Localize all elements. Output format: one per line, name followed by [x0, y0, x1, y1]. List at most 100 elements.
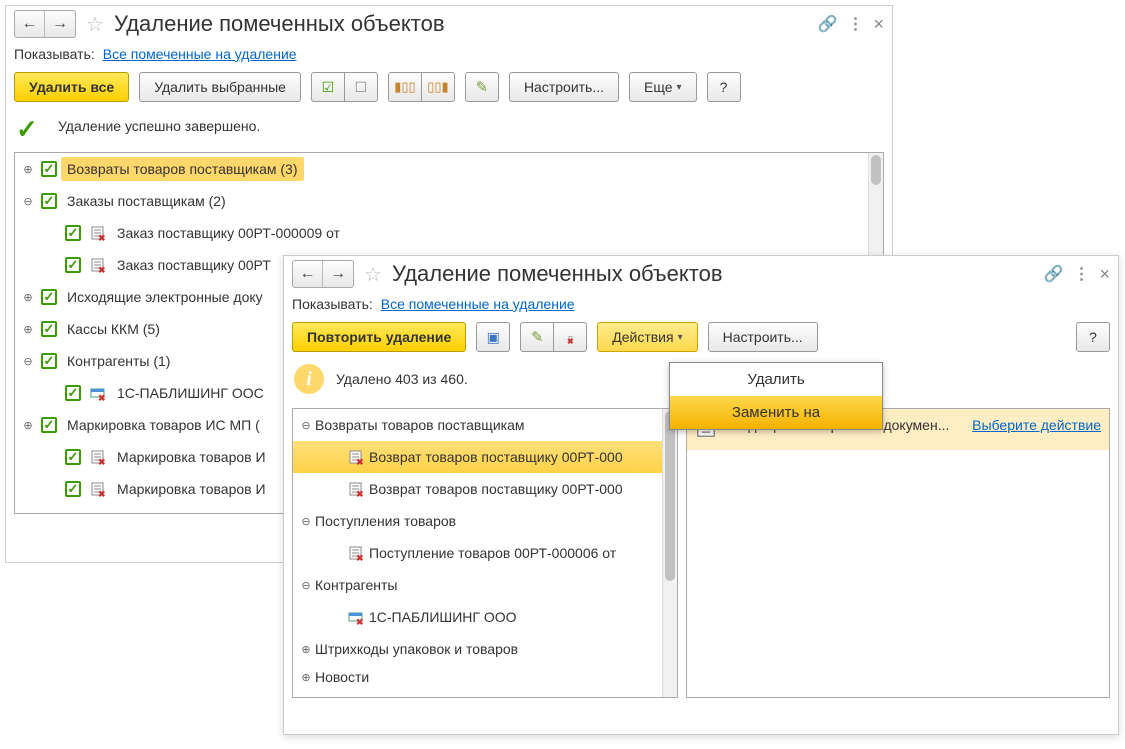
dropdown-item-replace[interactable]: Заменить на	[670, 396, 882, 429]
tree-label: Возвраты товаров поставщикам	[315, 417, 525, 433]
checkbox[interactable]: ✓	[41, 353, 57, 369]
tree-row[interactable]: ⊕Штрихкоды упаковок и товаров	[293, 633, 677, 665]
dropdown-item-delete[interactable]: Удалить	[670, 363, 882, 396]
document-marked-icon: ✖	[347, 449, 365, 465]
scrollbar-vertical[interactable]	[662, 409, 677, 697]
edit-button[interactable]: ✎	[520, 322, 554, 352]
status-row: ✓ Удаление успешно завершено.	[6, 108, 892, 152]
filter-link[interactable]: Все помеченные на удаление	[381, 296, 575, 312]
tree-row[interactable]: ⊖Контрагенты	[293, 569, 677, 601]
tree-row[interactable]: ⊕Новости	[293, 665, 677, 689]
back-button[interactable]: ←	[293, 261, 323, 287]
more-button[interactable]: Еще	[629, 72, 697, 102]
delete-all-button[interactable]: Удалить все	[14, 72, 129, 102]
tree-label: 1С-ПАБЛИШИНГ ООС	[111, 381, 270, 405]
check-all-icon: ☑	[322, 79, 335, 96]
checkbox[interactable]: ✓	[65, 449, 81, 465]
forward-button[interactable]: →	[45, 11, 75, 37]
close-icon[interactable]: ×	[873, 14, 884, 35]
hierarchy-up-icon: ▯▯▮	[427, 79, 448, 95]
collapse-icon[interactable]: ⊖	[297, 416, 315, 434]
favorite-icon[interactable]: ☆	[86, 12, 104, 37]
actions-button[interactable]: Действия	[597, 322, 697, 352]
checkbox[interactable]: ✓	[41, 289, 57, 305]
checkbox[interactable]: ✓	[41, 321, 57, 337]
tree-row[interactable]: ✖Возврат товаров поставщику 00РТ-000	[293, 441, 677, 473]
checkbox[interactable]: ✓	[65, 385, 81, 401]
choose-action-link[interactable]: Выберите действие	[972, 417, 1101, 442]
checkbox[interactable]: ✓	[41, 161, 57, 177]
tree-label: Возврат товаров поставщику 00РТ-000	[369, 481, 623, 497]
filter-row: Показывать: Все помеченные на удаление	[284, 292, 1118, 316]
tree-label: Штрихкоды упаковок и товаров	[315, 641, 518, 657]
tree-row[interactable]: ⊖✓Заказы поставщикам (2)	[15, 185, 883, 217]
arrow-left-icon: ←	[22, 15, 38, 33]
filter-link[interactable]: Все помеченные на удаление	[103, 46, 297, 62]
titlebar: ← → ☆ Удаление помеченных объектов 🔗 ×	[6, 6, 892, 42]
split-panes: ⊖Возвраты товаров поставщикам✖Возврат то…	[292, 408, 1110, 698]
info-big-icon: i	[294, 364, 324, 394]
tree-row[interactable]: ✖1С-ПАБЛИШИНГ ООО	[293, 601, 677, 633]
document-marked-icon: ✖	[89, 449, 107, 465]
checkbox[interactable]: ✓	[65, 225, 81, 241]
retry-delete-button[interactable]: Повторить удаление	[292, 322, 466, 352]
titlebar: ← → ☆ Удаление помеченных объектов 🔗 ×	[284, 256, 1118, 292]
hierarchy-button-1[interactable]: ▮▯▯	[388, 72, 422, 102]
checkbox[interactable]: ✓	[41, 193, 57, 209]
delete-mark-button[interactable]: ▫✖	[553, 322, 587, 352]
kebab-icon[interactable]	[847, 14, 863, 34]
checkbox[interactable]: ✓	[41, 417, 57, 433]
collapse-icon[interactable]: ⊖	[19, 192, 37, 210]
actions-dropdown: Удалить Заменить на	[669, 362, 883, 430]
link-icon[interactable]: 🔗	[818, 14, 838, 34]
collapse-icon[interactable]: ⊖	[297, 576, 315, 594]
checkbox[interactable]: ✓	[65, 257, 81, 273]
left-tree[interactable]: ⊖Возвраты товаров поставщикам✖Возврат то…	[293, 409, 677, 689]
link-icon[interactable]: 🔗	[1044, 264, 1064, 284]
tree-row[interactable]: ⊖Поступления товаров	[293, 505, 677, 537]
right-pane: Исходящий электронный докумен... Выберит…	[686, 408, 1110, 698]
tree-label: Поступление товаров 00РТ-000006 от	[369, 545, 616, 561]
expand-icon[interactable]: ⊕	[19, 320, 37, 338]
collapse-icon[interactable]: ⊖	[297, 512, 315, 530]
collapse-icon[interactable]: ⊖	[19, 352, 37, 370]
scroll-thumb[interactable]	[665, 411, 675, 581]
status-text: Удаление успешно завершено.	[58, 118, 260, 134]
expand-icon[interactable]: ⊕	[297, 640, 315, 658]
expand-icon[interactable]: ⊕	[19, 416, 37, 434]
close-icon[interactable]: ×	[1099, 264, 1110, 285]
expand-icon[interactable]: ⊕	[19, 160, 37, 178]
uncheck-all-icon: ☐	[355, 79, 368, 96]
favorite-icon[interactable]: ☆	[364, 262, 382, 287]
window-small-button[interactable]: ▣	[476, 322, 510, 352]
tree-label: Маркировка товаров ИС МП (	[61, 413, 266, 437]
window-deletion-front: ← → ☆ Удаление помеченных объектов 🔗 × П…	[283, 255, 1119, 735]
status-text: Удалено 403 из 460.	[336, 371, 468, 387]
expand-icon[interactable]: ⊕	[19, 288, 37, 306]
tree-row[interactable]: ⊕✓Возвраты товаров поставщикам (3)	[15, 153, 883, 185]
help-button[interactable]: ?	[1076, 322, 1110, 352]
back-button[interactable]: ←	[15, 11, 45, 37]
scroll-thumb[interactable]	[871, 155, 881, 185]
filter-row: Показывать: Все помеченные на удаление	[6, 42, 892, 66]
kebab-icon[interactable]	[1073, 264, 1089, 284]
document-marked-icon: ✖	[347, 481, 365, 497]
setup-button[interactable]: Настроить...	[509, 72, 619, 102]
edit-button[interactable]: ✎	[465, 72, 499, 102]
filter-label: Показывать:	[14, 46, 95, 62]
tree-label: Контрагенты (1)	[61, 349, 176, 373]
hierarchy-button-2[interactable]: ▯▯▮	[421, 72, 455, 102]
expand-icon[interactable]: ⊕	[297, 668, 315, 686]
tree-row[interactable]: ✖Возврат товаров поставщику 00РТ-000	[293, 473, 677, 505]
tree-row[interactable]: ⊖Возвраты товаров поставщикам	[293, 409, 677, 441]
tree-row[interactable]: ✖Поступление товаров 00РТ-000006 от	[293, 537, 677, 569]
svg-text:✖: ✖	[98, 457, 106, 465]
check-all-button[interactable]: ☑	[311, 72, 345, 102]
checkbox[interactable]: ✓	[65, 481, 81, 497]
delete-selected-button[interactable]: Удалить выбранные	[139, 72, 301, 102]
help-button[interactable]: ?	[707, 72, 741, 102]
tree-row[interactable]: ✓✖Заказ поставщику 00РТ-000009 от	[15, 217, 883, 249]
uncheck-all-button[interactable]: ☐	[344, 72, 378, 102]
forward-button[interactable]: →	[323, 261, 353, 287]
setup-button[interactable]: Настроить...	[708, 322, 818, 352]
